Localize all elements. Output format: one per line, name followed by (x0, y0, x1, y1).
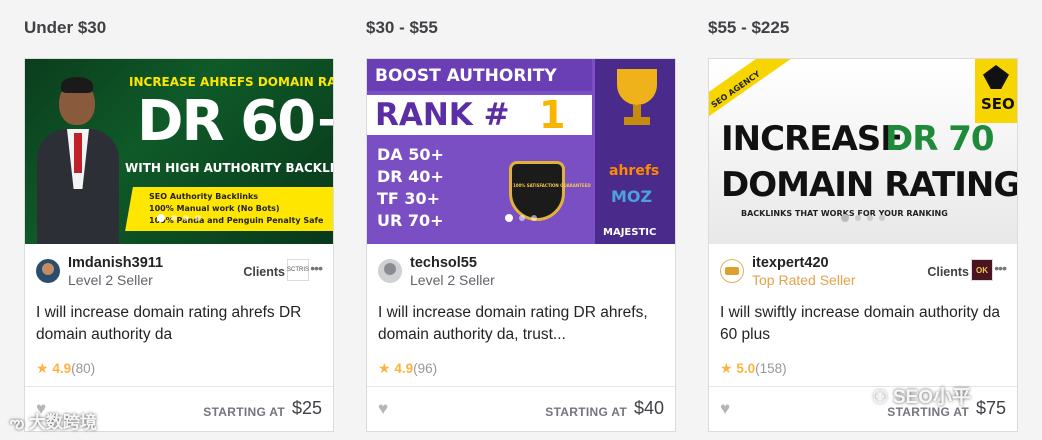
card-footer: ♥ STARTING AT $75 (709, 386, 1017, 431)
client-logo: SCTRIS (287, 259, 309, 281)
starting-at-label: STARTING AT (203, 405, 285, 419)
price: $40 (633, 398, 664, 418)
thumb-line-1: BOOST AUTHORITY (375, 66, 557, 86)
trophy-icon (617, 69, 657, 129)
carousel-dots[interactable] (25, 208, 333, 226)
carousel-dot[interactable] (519, 215, 525, 221)
gig-card[interactable]: INCREASE AHREFS DOMAIN RATING DR 60+ WIT… (24, 58, 334, 432)
card-footer: ♥ STARTING AT $40 (367, 386, 675, 431)
thumb-line-10: MOZ (611, 187, 653, 206)
watermark-logo-icon: ఌ (10, 415, 25, 432)
star-icon: ★ (378, 360, 391, 376)
gig-title[interactable]: I will increase domain rating ahrefs DR … (36, 302, 322, 346)
avatar[interactable] (36, 259, 60, 283)
gig-thumbnail[interactable]: BOOST AUTHORITY RANK # 1 DA 50+ DR 40+ T… (367, 59, 675, 244)
thumb-line-11: MAJESTIC (603, 227, 657, 238)
column-title: $30 - $55 (366, 18, 438, 37)
thumb-line-9: ahrefs (609, 163, 660, 179)
gig-rating: ★ 4.9(80) (36, 360, 95, 377)
price: $25 (291, 398, 322, 418)
avatar[interactable] (378, 259, 402, 283)
seller-info: Imdanish3911 Level 2 Seller Clients SCTR… (36, 254, 323, 290)
thumb-line-3: 1 (539, 93, 566, 137)
carousel-dot[interactable] (505, 214, 513, 222)
gig-rating: ★ 4.9(96) (378, 360, 437, 377)
thumb-line-4: SEO Authority Backlinks (149, 192, 259, 201)
gig-thumbnail[interactable]: SEO AGENCY INCREASE DR 70 DOMAIN RATING … (709, 59, 1017, 244)
gig-rating: ★ 5.0(158) (720, 360, 787, 377)
more-options-icon[interactable]: ••• (310, 260, 323, 276)
carousel-dot[interactable] (157, 214, 165, 222)
price: $75 (975, 398, 1006, 418)
carousel-dots[interactable] (709, 208, 1017, 226)
carousel-dot[interactable] (841, 214, 849, 222)
rating-value: 4.9 (52, 361, 72, 376)
thumb-line-3: WITH HIGH AUTHORITY BACKLINKS (125, 161, 333, 175)
gig-title[interactable]: I will swiftly increase domain authority… (720, 302, 1006, 346)
review-count: (80) (71, 361, 96, 376)
thumb-line-8: 100% SATISFACTION GUARANTEED (513, 183, 591, 188)
gig-card[interactable]: SEO AGENCY INCREASE DR 70 DOMAIN RATING … (708, 58, 1018, 432)
carousel-dot[interactable] (183, 215, 189, 221)
carousel-dot[interactable] (867, 215, 873, 221)
starting-at-label: STARTING AT (887, 405, 969, 419)
thumb-line-6: SEO (981, 95, 1015, 113)
heart-icon[interactable]: ♥ (378, 399, 388, 419)
carousel-dot[interactable] (879, 215, 885, 221)
gig-title[interactable]: I will increase domain rating DR ahrefs,… (378, 302, 664, 346)
column-title: Under $30 (24, 18, 107, 37)
column-title: $55 - $225 (708, 18, 790, 37)
star-icon: ★ (720, 360, 733, 376)
seller-info: itexpert420 Top Rated Seller Clients OK … (720, 254, 1007, 290)
thumb-line-4: DA 50+ (377, 145, 444, 164)
seller-name[interactable]: Imdanish3911 (68, 255, 163, 271)
thumb-line-1: INCREASE AHREFS DOMAIN RATING (129, 75, 333, 89)
thumb-line-6: TF 30+ (377, 189, 441, 208)
more-options-icon[interactable]: ••• (994, 260, 1007, 276)
carousel-dots[interactable] (367, 208, 675, 226)
carousel-dot[interactable] (531, 215, 537, 221)
thumb-line-3: DR 70 (885, 119, 995, 159)
carousel-dot[interactable] (195, 215, 201, 221)
clients-label: Clients (927, 265, 969, 279)
heart-icon[interactable]: ♥ (720, 399, 730, 419)
seller-info: techsol55 Level 2 Seller (378, 254, 664, 290)
avatar[interactable] (720, 259, 744, 283)
thumb-line-4: DOMAIN RATING (721, 165, 1017, 205)
seller-level: Top Rated Seller (752, 272, 856, 288)
heart-icon[interactable]: ♥ (36, 399, 46, 419)
gig-card[interactable]: BOOST AUTHORITY RANK # 1 DA 50+ DR 40+ T… (366, 58, 676, 432)
seller-level: Level 2 Seller (68, 272, 153, 288)
client-logo: OK (971, 259, 993, 281)
rating-value: 4.9 (394, 361, 414, 376)
gig-thumbnail[interactable]: INCREASE AHREFS DOMAIN RATING DR 60+ WIT… (25, 59, 333, 244)
thumb-line-5: DR 40+ (377, 167, 444, 186)
star-icon: ★ (36, 360, 49, 376)
review-count: (96) (413, 361, 438, 376)
carousel-dot[interactable] (171, 215, 177, 221)
rating-value: 5.0 (736, 361, 756, 376)
seller-name[interactable]: itexpert420 (752, 255, 829, 271)
clients-label: Clients (243, 265, 285, 279)
card-footer: ♥ STARTING AT $25 (25, 386, 333, 431)
carousel-dot[interactable] (855, 215, 861, 221)
thumb-line-2: RANK # (375, 97, 510, 133)
review-count: (158) (755, 361, 787, 376)
thumb-line-2: DR 60+ (137, 89, 333, 154)
seller-level: Level 2 Seller (410, 272, 495, 288)
starting-at-label: STARTING AT (545, 405, 627, 419)
thumb-line-2: INCREASE (721, 119, 903, 159)
seller-name[interactable]: techsol55 (410, 255, 477, 271)
